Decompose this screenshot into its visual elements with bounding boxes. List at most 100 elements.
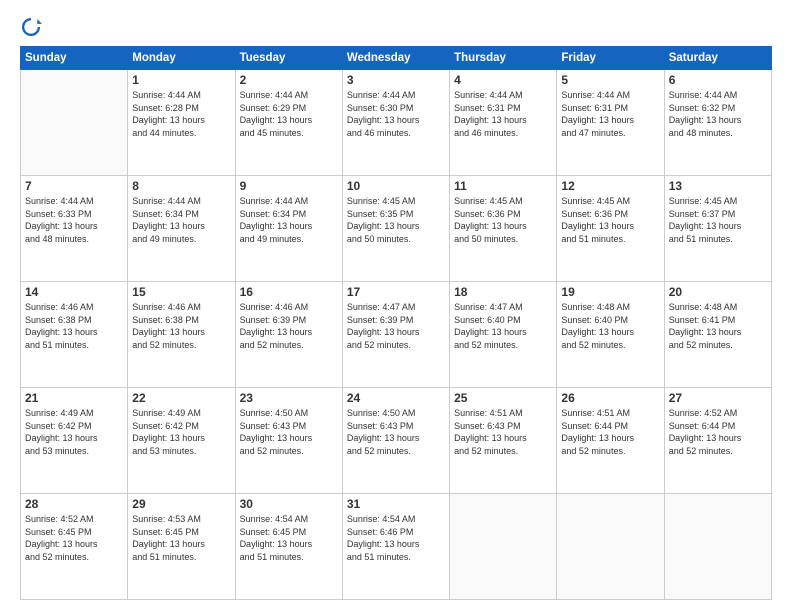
calendar-cell: 19 Sunrise: 4:48 AMSunset: 6:40 PMDayligh… [557,282,664,388]
calendar-cell [664,494,771,600]
day-info: Sunrise: 4:45 AMSunset: 6:35 PMDaylight:… [347,195,445,245]
day-number: 4 [454,73,552,87]
calendar-week-row: 14Sunrise: 4:46 AMSunset: 6:38 PMDayligh… [21,282,772,388]
day-number: 11 [454,179,552,193]
day-info: Sunrise: 4:47 AMSunset: 6:39 PMDaylight:… [347,301,445,351]
calendar-cell: 10 Sunrise: 4:45 AMSunset: 6:35 PMDayligh… [342,176,449,282]
day-info: Sunrise: 4:44 AMSunset: 6:32 PMDaylight:… [669,89,767,139]
calendar-cell: 18 Sunrise: 4:47 AMSunset: 6:40 PMDayligh… [450,282,557,388]
calendar-week-row: 28 Sunrise: 4:52 AMSunset: 6:45 PMDayligh… [21,494,772,600]
day-number: 13 [669,179,767,193]
day-info: Sunrise: 4:44 AMSunset: 6:28 PMDaylight:… [132,89,230,139]
day-number: 28 [25,497,123,511]
day-info: Sunrise: 4:44 AMSunset: 6:29 PMDaylight:… [240,89,338,139]
logo-icon [20,16,42,38]
day-info: Sunrise: 4:51 AMSunset: 6:44 PMDaylight:… [561,407,659,457]
day-info: Sunrise: 4:52 AMSunset: 6:45 PMDaylight:… [25,513,123,563]
calendar-cell: 24 Sunrise: 4:50 AMSunset: 6:43 PMDayligh… [342,388,449,494]
calendar-cell: 20 Sunrise: 4:48 AMSunset: 6:41 PMDayligh… [664,282,771,388]
day-info: Sunrise: 4:54 AMSunset: 6:45 PMDaylight:… [240,513,338,563]
day-info: Sunrise: 4:54 AMSunset: 6:46 PMDaylight:… [347,513,445,563]
day-info: Sunrise: 4:45 AMSunset: 6:36 PMDaylight:… [454,195,552,245]
day-info: Sunrise: 4:44 AMSunset: 6:33 PMDaylight:… [25,195,123,245]
day-number: 12 [561,179,659,193]
calendar-cell: 8Sunrise: 4:44 AMSunset: 6:34 PMDaylight… [128,176,235,282]
calendar-cell: 22 Sunrise: 4:49 AMSunset: 6:42 PMDayligh… [128,388,235,494]
calendar-cell: 13 Sunrise: 4:45 AMSunset: 6:37 PMDayligh… [664,176,771,282]
calendar-cell: 28 Sunrise: 4:52 AMSunset: 6:45 PMDayligh… [21,494,128,600]
day-info: Sunrise: 4:45 AMSunset: 6:36 PMDaylight:… [561,195,659,245]
day-info: Sunrise: 4:50 AMSunset: 6:43 PMDaylight:… [240,407,338,457]
day-info: Sunrise: 4:45 AMSunset: 6:37 PMDaylight:… [669,195,767,245]
calendar-week-row: 7 Sunrise: 4:44 AMSunset: 6:33 PMDaylight… [21,176,772,282]
calendar-cell [21,70,128,176]
day-info: Sunrise: 4:44 AMSunset: 6:34 PMDaylight:… [132,195,230,245]
calendar-table: SundayMondayTuesdayWednesdayThursdayFrid… [20,46,772,600]
col-header-saturday: Saturday [664,47,771,70]
col-header-friday: Friday [557,47,664,70]
day-info: Sunrise: 4:48 AMSunset: 6:41 PMDaylight:… [669,301,767,351]
day-number: 1 [132,73,230,87]
day-number: 10 [347,179,445,193]
day-number: 5 [561,73,659,87]
day-number: 19 [561,285,659,299]
day-number: 2 [240,73,338,87]
day-info: Sunrise: 4:47 AMSunset: 6:40 PMDaylight:… [454,301,552,351]
calendar-cell: 26Sunrise: 4:51 AMSunset: 6:44 PMDayligh… [557,388,664,494]
day-number: 9 [240,179,338,193]
day-number: 23 [240,391,338,405]
day-info: Sunrise: 4:46 AMSunset: 6:39 PMDaylight:… [240,301,338,351]
day-number: 22 [132,391,230,405]
day-info: Sunrise: 4:52 AMSunset: 6:44 PMDaylight:… [669,407,767,457]
calendar-cell: 14Sunrise: 4:46 AMSunset: 6:38 PMDayligh… [21,282,128,388]
calendar-cell: 2 Sunrise: 4:44 AMSunset: 6:29 PMDaylight… [235,70,342,176]
calendar-cell: 3Sunrise: 4:44 AMSunset: 6:30 PMDaylight… [342,70,449,176]
col-header-sunday: Sunday [21,47,128,70]
calendar-cell: 31 Sunrise: 4:54 AMSunset: 6:46 PMDayligh… [342,494,449,600]
calendar-cell: 15 Sunrise: 4:46 AMSunset: 6:38 PMDayligh… [128,282,235,388]
calendar-cell: 23 Sunrise: 4:50 AMSunset: 6:43 PMDayligh… [235,388,342,494]
calendar-cell: 4 Sunrise: 4:44 AMSunset: 6:31 PMDaylight… [450,70,557,176]
day-info: Sunrise: 4:50 AMSunset: 6:43 PMDaylight:… [347,407,445,457]
calendar-cell: 25 Sunrise: 4:51 AMSunset: 6:43 PMDayligh… [450,388,557,494]
day-number: 15 [132,285,230,299]
logo [20,16,46,38]
calendar-cell: 27 Sunrise: 4:52 AMSunset: 6:44 PMDayligh… [664,388,771,494]
day-number: 3 [347,73,445,87]
calendar-week-row: 1 Sunrise: 4:44 AMSunset: 6:28 PMDaylight… [21,70,772,176]
day-info: Sunrise: 4:46 AMSunset: 6:38 PMDaylight:… [132,301,230,351]
calendar-cell: 6 Sunrise: 4:44 AMSunset: 6:32 PMDaylight… [664,70,771,176]
day-info: Sunrise: 4:46 AMSunset: 6:38 PMDaylight:… [25,301,123,351]
calendar-cell: 5Sunrise: 4:44 AMSunset: 6:31 PMDaylight… [557,70,664,176]
calendar-cell: 17Sunrise: 4:47 AMSunset: 6:39 PMDayligh… [342,282,449,388]
calendar-header-row: SundayMondayTuesdayWednesdayThursdayFrid… [21,47,772,70]
calendar-cell [450,494,557,600]
day-number: 25 [454,391,552,405]
day-number: 29 [132,497,230,511]
day-number: 27 [669,391,767,405]
header [20,16,772,38]
day-number: 18 [454,285,552,299]
day-info: Sunrise: 4:44 AMSunset: 6:31 PMDaylight:… [454,89,552,139]
calendar-cell: 7 Sunrise: 4:44 AMSunset: 6:33 PMDaylight… [21,176,128,282]
calendar-cell: 21Sunrise: 4:49 AMSunset: 6:42 PMDayligh… [21,388,128,494]
day-info: Sunrise: 4:51 AMSunset: 6:43 PMDaylight:… [454,407,552,457]
day-info: Sunrise: 4:49 AMSunset: 6:42 PMDaylight:… [25,407,123,457]
calendar-cell: 12 Sunrise: 4:45 AMSunset: 6:36 PMDayligh… [557,176,664,282]
day-number: 7 [25,179,123,193]
col-header-monday: Monday [128,47,235,70]
day-info: Sunrise: 4:44 AMSunset: 6:34 PMDaylight:… [240,195,338,245]
day-number: 30 [240,497,338,511]
day-number: 16 [240,285,338,299]
col-header-wednesday: Wednesday [342,47,449,70]
day-number: 20 [669,285,767,299]
day-info: Sunrise: 4:48 AMSunset: 6:40 PMDaylight:… [561,301,659,351]
day-info: Sunrise: 4:49 AMSunset: 6:42 PMDaylight:… [132,407,230,457]
calendar-cell: 30 Sunrise: 4:54 AMSunset: 6:45 PMDayligh… [235,494,342,600]
calendar-cell: 1 Sunrise: 4:44 AMSunset: 6:28 PMDaylight… [128,70,235,176]
day-number: 6 [669,73,767,87]
calendar-cell: 9 Sunrise: 4:44 AMSunset: 6:34 PMDaylight… [235,176,342,282]
day-number: 24 [347,391,445,405]
day-number: 31 [347,497,445,511]
col-header-tuesday: Tuesday [235,47,342,70]
